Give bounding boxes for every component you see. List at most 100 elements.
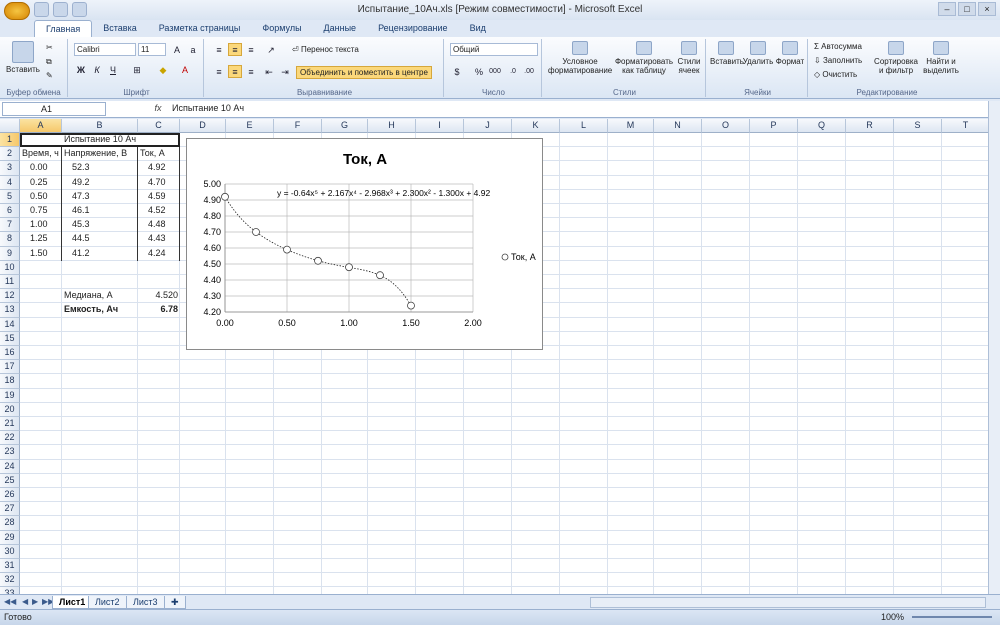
header-cell[interactable]: Ток, А	[140, 147, 178, 161]
column-header[interactable]: E	[226, 119, 274, 133]
row-header[interactable]: 25	[0, 473, 20, 488]
autosum-button[interactable]: Σ Автосумма	[814, 42, 862, 51]
sheet-tab-2[interactable]: Лист2	[88, 596, 127, 609]
row-header[interactable]: 28	[0, 516, 20, 531]
tab-formulas[interactable]: Формулы	[251, 20, 312, 37]
zoom-slider[interactable]	[912, 616, 992, 618]
cell-styles-button[interactable]: Стили ячеек	[674, 41, 704, 75]
copy-icon[interactable]: ⧉	[46, 57, 52, 67]
font-color-icon[interactable]: A	[178, 63, 192, 76]
data-cell[interactable]: 46.1	[64, 204, 136, 218]
merge-center-button[interactable]: Объединить и поместить в центре	[296, 66, 432, 79]
orientation-icon[interactable]: ↗	[264, 43, 278, 56]
percent-icon[interactable]: %	[472, 65, 486, 78]
row-header[interactable]: 6	[0, 204, 20, 219]
data-cell[interactable]: 4.92	[140, 161, 178, 175]
column-header[interactable]: C	[138, 119, 180, 133]
close-icon[interactable]: ×	[978, 2, 996, 16]
tab-data[interactable]: Данные	[313, 20, 368, 37]
row-header[interactable]: 27	[0, 502, 20, 517]
data-cell[interactable]: 45.3	[64, 218, 136, 232]
formula-input[interactable]: Испытание 10 Ач	[172, 103, 244, 113]
bold-icon[interactable]: Ж	[74, 63, 88, 76]
row-header[interactable]: 8	[0, 232, 20, 247]
increase-decimal-icon[interactable]: .0	[506, 65, 520, 78]
row-header[interactable]: 22	[0, 431, 20, 446]
row-header[interactable]: 4	[0, 175, 20, 190]
borders-icon[interactable]: ⊞	[130, 63, 144, 76]
data-cell[interactable]: 0.00	[22, 161, 60, 175]
row-header[interactable]: 2	[0, 147, 20, 162]
row-header[interactable]: 32	[0, 573, 20, 588]
thousands-icon[interactable]: 000	[488, 65, 502, 78]
row-header[interactable]: 20	[0, 402, 20, 417]
column-header[interactable]: S	[894, 119, 942, 133]
data-cell[interactable]: 0.25	[22, 176, 60, 190]
first-sheet-icon[interactable]: ◀◀	[4, 597, 16, 606]
conditional-format-button[interactable]: Условное форматирование	[548, 41, 612, 75]
column-header[interactable]: J	[464, 119, 512, 133]
chart[interactable]: Ток, А 4.20 4.30 4.40 4.50 4.60 4.70 4.80 4.90 5.…	[186, 138, 543, 350]
maximize-icon[interactable]: □	[958, 2, 976, 16]
row-header[interactable]: 18	[0, 374, 20, 389]
format-cells-button[interactable]: Формат	[774, 41, 806, 66]
data-cell[interactable]: 47.3	[64, 190, 136, 204]
column-header[interactable]: D	[180, 119, 226, 133]
column-header[interactable]: F	[274, 119, 322, 133]
row-header[interactable]: 5	[0, 189, 20, 204]
column-header[interactable]: T	[942, 119, 988, 133]
data-cell[interactable]: 4.59	[140, 190, 178, 204]
row-header[interactable]: 11	[0, 275, 20, 290]
row-header[interactable]: 15	[0, 331, 20, 346]
data-cell[interactable]: 4.70	[140, 176, 178, 190]
column-header[interactable]: B	[62, 119, 138, 133]
align-right-icon[interactable]: ≡	[244, 65, 258, 78]
underline-icon[interactable]: Ч	[106, 63, 120, 76]
row-header[interactable]: 33	[0, 587, 20, 594]
row-header[interactable]: 29	[0, 530, 20, 545]
column-header[interactable]: N	[654, 119, 702, 133]
column-header[interactable]: A	[20, 119, 62, 133]
column-header[interactable]: G	[322, 119, 368, 133]
row-header[interactable]: 16	[0, 346, 20, 361]
vertical-scrollbar[interactable]	[988, 101, 1000, 594]
row-header[interactable]: 30	[0, 544, 20, 559]
row-header[interactable]: 3	[0, 161, 20, 176]
row-header[interactable]: 31	[0, 559, 20, 574]
data-cell[interactable]: 1.25	[22, 232, 60, 246]
cut-icon[interactable]: ✂	[46, 43, 53, 52]
next-sheet-icon[interactable]: ▶	[32, 597, 38, 606]
sheet-title-cell[interactable]: Испытание 10 Ач	[22, 133, 178, 147]
capacity-value-cell[interactable]: 6.78	[140, 303, 178, 317]
italic-icon[interactable]: К	[90, 63, 104, 76]
currency-icon[interactable]: $	[450, 65, 464, 78]
row-header[interactable]: 7	[0, 218, 20, 233]
decrease-decimal-icon[interactable]: .00	[522, 65, 536, 78]
row-header[interactable]: 12	[0, 289, 20, 304]
tab-view[interactable]: Вид	[459, 20, 497, 37]
data-cell[interactable]: 49.2	[64, 176, 136, 190]
prev-sheet-icon[interactable]: ◀	[22, 597, 28, 606]
data-cell[interactable]: 52.3	[64, 161, 136, 175]
column-header[interactable]: L	[560, 119, 608, 133]
font-name-select[interactable]: Calibri	[74, 43, 136, 56]
row-header[interactable]: 19	[0, 388, 20, 403]
data-cell[interactable]: 4.24	[140, 247, 178, 261]
median-value-cell[interactable]: 4.520	[140, 289, 178, 303]
data-cell[interactable]: 1.00	[22, 218, 60, 232]
tab-review[interactable]: Рецензирование	[367, 20, 459, 37]
column-header[interactable]: H	[368, 119, 416, 133]
data-cell[interactable]: 4.43	[140, 232, 178, 246]
paste-button[interactable]: Вставить	[6, 41, 40, 74]
data-cell[interactable]: 44.5	[64, 232, 136, 246]
decrease-indent-icon[interactable]: ⇤	[262, 65, 276, 78]
sheet-tab-3[interactable]: Лист3	[126, 596, 165, 609]
number-format-select[interactable]: Общий	[450, 43, 538, 56]
align-center-icon[interactable]: ≡	[228, 65, 242, 78]
insert-function-icon[interactable]: fx	[150, 102, 166, 116]
sort-filter-button[interactable]: Сортировка и фильтр	[872, 41, 920, 75]
wrap-text-button[interactable]: ⏎ Перенос текста	[292, 45, 359, 54]
align-middle-icon[interactable]: ≡	[228, 43, 242, 56]
header-cell[interactable]: Напряжение, В	[64, 147, 136, 161]
column-header[interactable]: I	[416, 119, 464, 133]
